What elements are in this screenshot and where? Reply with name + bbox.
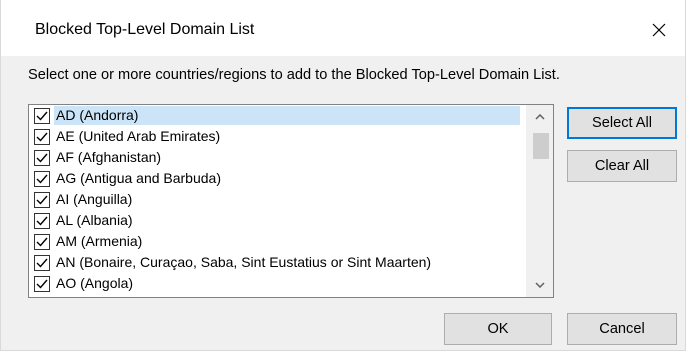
- select-all-button[interactable]: Select All: [567, 107, 677, 139]
- ok-button[interactable]: OK: [444, 313, 552, 345]
- list-item[interactable]: AF (Afghanistan): [29, 147, 525, 168]
- list-item[interactable]: AO (Angola): [29, 273, 525, 294]
- clear-all-button[interactable]: Clear All: [567, 150, 677, 182]
- list-item-label: AM (Armenia): [56, 233, 143, 249]
- list-item-checkbox[interactable]: [34, 129, 50, 145]
- list-item-label: AE (United Arab Emirates): [56, 128, 221, 144]
- list-item-checkbox[interactable]: [34, 171, 50, 187]
- list-item-checkbox[interactable]: [34, 108, 50, 124]
- list-item-label: AO (Angola): [56, 275, 134, 291]
- close-icon: [652, 23, 666, 37]
- scroll-down-button[interactable]: [526, 273, 553, 297]
- list-item-label: AI (Anguilla): [56, 191, 133, 207]
- checkmark-icon: [36, 237, 48, 247]
- checkmark-icon: [36, 195, 48, 205]
- checkmark-icon: [36, 111, 48, 121]
- country-list: AD (Andorra) AE (United Arab Emirates) AF …: [29, 105, 525, 297]
- list-item-checkbox[interactable]: [34, 192, 50, 208]
- checkmark-icon: [36, 153, 48, 163]
- list-item-label: AL (Albania): [56, 212, 133, 228]
- cancel-button[interactable]: Cancel: [567, 313, 677, 345]
- list-item[interactable]: AN (Bonaire, Curaçao, Saba, Sint Eustati…: [29, 252, 525, 273]
- instruction-text: Select one or more countries/regions to …: [28, 67, 560, 83]
- chevron-up-icon: [535, 114, 545, 120]
- checkmark-icon: [36, 174, 48, 184]
- list-item[interactable]: AL (Albania): [29, 210, 525, 231]
- list-item-checkbox[interactable]: [34, 255, 50, 271]
- list-item-label: AG (Antigua and Barbuda): [56, 170, 221, 186]
- list-item[interactable]: AI (Anguilla): [29, 189, 525, 210]
- list-item-label: AD (Andorra): [54, 106, 520, 125]
- chevron-down-icon: [535, 282, 545, 288]
- list-item-label: AN (Bonaire, Curaçao, Saba, Sint Eustati…: [56, 254, 432, 270]
- list-item-label: AF (Afghanistan): [56, 149, 162, 165]
- checkmark-icon: [36, 216, 48, 226]
- blocked-tld-dialog: Blocked Top-Level Domain List Select one…: [0, 0, 686, 351]
- checkmark-icon: [36, 258, 48, 268]
- list-item-checkbox[interactable]: [34, 213, 50, 229]
- country-listbox[interactable]: AD (Andorra) AE (United Arab Emirates) AF …: [28, 104, 554, 298]
- checkmark-icon: [36, 132, 48, 142]
- dialog-title: Blocked Top-Level Domain List: [35, 21, 255, 38]
- list-item[interactable]: AE (United Arab Emirates): [29, 126, 525, 147]
- list-item-checkbox[interactable]: [34, 150, 50, 166]
- scroll-up-button[interactable]: [526, 105, 553, 129]
- vertical-scrollbar[interactable]: [525, 105, 553, 297]
- list-item-checkbox[interactable]: [34, 276, 50, 292]
- list-item-checkbox[interactable]: [34, 234, 50, 250]
- checkmark-icon: [36, 279, 48, 289]
- list-item[interactable]: AG (Antigua and Barbuda): [29, 168, 525, 189]
- title-bar: Blocked Top-Level Domain List: [1, 0, 685, 56]
- close-button[interactable]: [641, 12, 677, 48]
- list-item[interactable]: AD (Andorra): [29, 105, 525, 126]
- list-item[interactable]: AM (Armenia): [29, 231, 525, 252]
- scrollbar-thumb[interactable]: [533, 133, 549, 159]
